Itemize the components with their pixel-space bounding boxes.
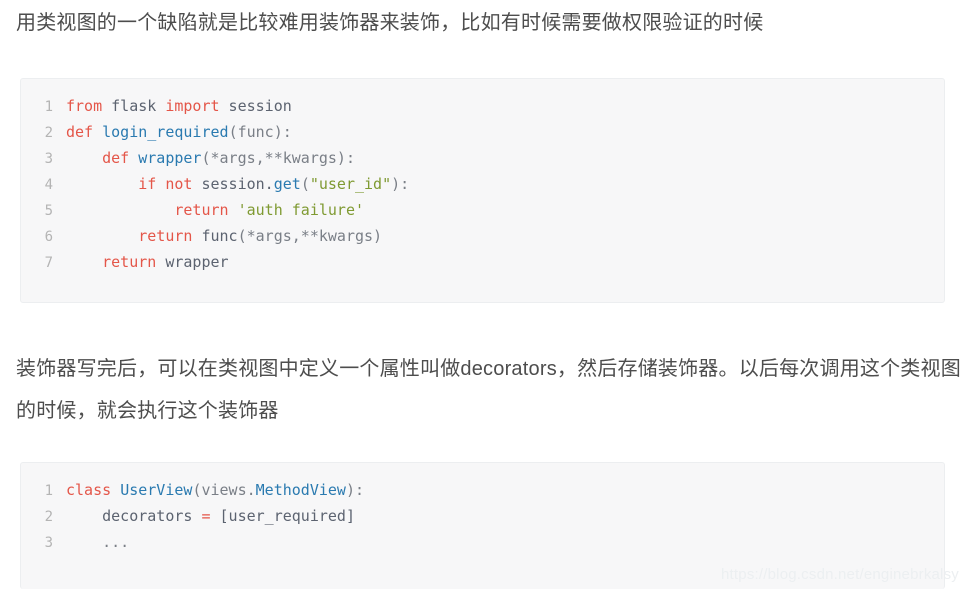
article-body: 用类视图的一个缺陷就是比较难用装饰器来装饰，比如有时候需要做权限验证的时候 1f…	[0, 0, 965, 589]
code-token-operator: =	[201, 507, 211, 525]
code-token-plain: session.	[192, 175, 274, 193]
code-line-number: 1	[44, 483, 53, 499]
code-token-keyword: import	[165, 97, 220, 115]
code-line: 1 from flask import session	[21, 93, 944, 119]
code-line-text: return 'auth failure'	[53, 197, 364, 223]
code-line: 3 ...	[21, 529, 944, 555]
code-line-text: def wrapper(*args,**kwargs):	[53, 145, 355, 171]
code-line-text: def login_required(func):	[53, 119, 292, 145]
code-line-number: 5	[44, 203, 53, 219]
code-line-text: if not session.get("user_id"):	[53, 171, 409, 197]
code-token-keyword: def	[66, 123, 94, 141]
code-line-number: 2	[44, 125, 53, 141]
code-line-number: 3	[44, 151, 53, 167]
code-block-lines: 1 class UserView(views.MethodView): 2 deco…	[21, 463, 944, 569]
code-line-number: 7	[44, 255, 53, 271]
code-token-keyword: if	[138, 175, 157, 193]
code-line: 4 if not session.get("user_id"):	[21, 171, 944, 197]
code-token-plain: [user_required]	[210, 507, 355, 525]
code-token-punctuation: (	[300, 175, 310, 193]
code-line-number: 4	[44, 177, 53, 193]
code-token-function: wrapper	[138, 149, 202, 167]
code-token-punctuation: (*args,**kwargs):	[201, 149, 355, 167]
code-token-function: login_required	[102, 123, 229, 141]
code-line: 3 def wrapper(*args,**kwargs):	[21, 145, 944, 171]
code-token-plain: session	[219, 97, 292, 115]
code-line-number: 3	[44, 535, 53, 551]
code-line-text: return wrapper	[53, 249, 229, 275]
code-token-punctuation: ):	[345, 481, 365, 499]
code-token-keyword: from	[66, 97, 103, 115]
code-token-function: UserView	[120, 481, 193, 499]
code-token-string: "user_id"	[309, 175, 392, 193]
code-token-punctuation: (views.	[192, 481, 256, 499]
code-line: 1 class UserView(views.MethodView):	[21, 477, 944, 503]
code-line-number: 2	[44, 509, 53, 525]
code-block-classview[interactable]: 1 class UserView(views.MethodView): 2 deco…	[20, 462, 945, 589]
code-token-punctuation: (*args,**kwargs)	[237, 227, 383, 245]
code-token-punctuation: ):	[391, 175, 410, 193]
paragraph-explanation: 装饰器写完后，可以在类视图中定义一个属性叫做decorators，然后存储装饰器…	[16, 358, 961, 422]
code-line: 5 return 'auth failure'	[21, 197, 944, 223]
code-token-keyword: class	[66, 481, 112, 499]
code-line-text: decorators = [user_required]	[53, 503, 355, 529]
code-line-number: 1	[44, 99, 53, 115]
code-block-decorator[interactable]: 1 from flask import session 2 def login_req…	[20, 78, 945, 303]
code-token-keyword: def	[102, 149, 130, 167]
code-block-lines: 1 from flask import session 2 def login_req…	[21, 79, 944, 289]
code-token-plain: wrapper	[156, 253, 229, 271]
code-token-punctuation: ...	[66, 533, 130, 551]
code-token-string: 'auth failure'	[237, 201, 365, 219]
code-token-keyword: not	[165, 175, 193, 193]
code-token-keyword: return	[174, 201, 229, 219]
code-line-number: 6	[44, 229, 53, 245]
code-token-plain: decorators	[66, 507, 202, 525]
code-token-keyword: return	[102, 253, 157, 271]
code-line-text: ...	[53, 529, 129, 555]
code-token-punctuation: (func):	[228, 123, 292, 141]
code-line: 2 def login_required(func):	[21, 119, 944, 145]
code-token-plain: flask	[102, 97, 166, 115]
code-token-function: MethodView	[255, 481, 346, 499]
code-token-keyword: return	[138, 227, 193, 245]
code-token-plain: func	[192, 227, 238, 245]
code-line: 6 return func(*args,**kwargs)	[21, 223, 944, 249]
code-line: 2 decorators = [user_required]	[21, 503, 944, 529]
code-line-text: class UserView(views.MethodView):	[53, 477, 364, 503]
code-line-text: from flask import session	[53, 93, 292, 119]
code-line: 7 return wrapper	[21, 249, 944, 275]
paragraph-intro: 用类视图的一个缺陷就是比较难用装饰器来装饰，比如有时候需要做权限验证的时候	[16, 12, 764, 34]
code-token-function: get	[273, 175, 301, 193]
code-line-text: return func(*args,**kwargs)	[53, 223, 382, 249]
